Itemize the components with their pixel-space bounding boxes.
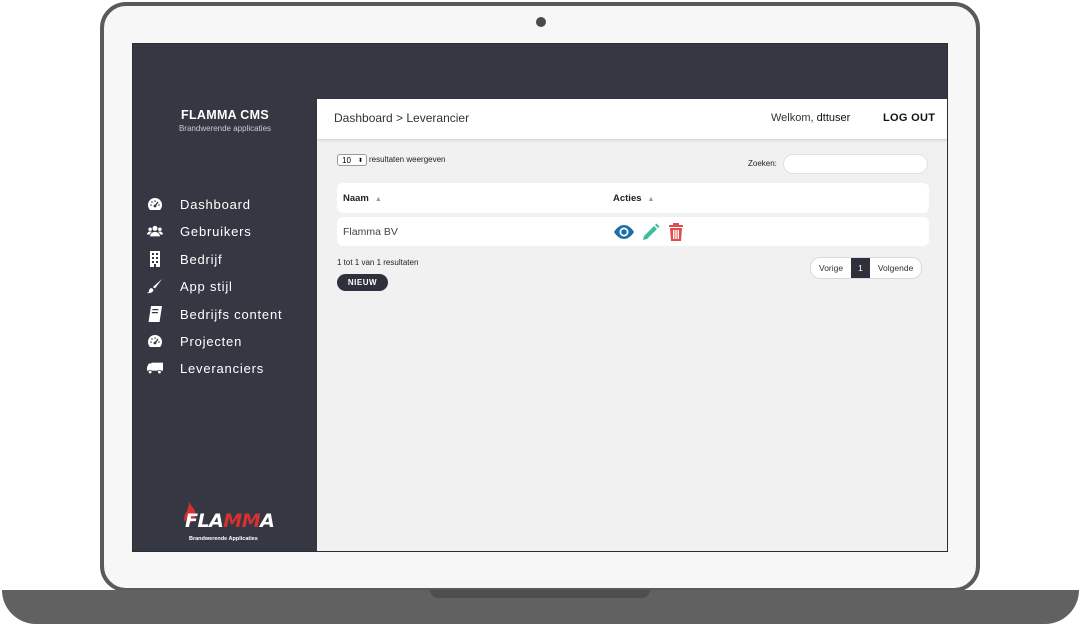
sidebar-item-projecten[interactable]: Projecten bbox=[133, 327, 317, 354]
screen: FLAMMA CMS Brandwerende applicaties Dash… bbox=[132, 43, 948, 552]
logo-text: A bbox=[260, 510, 275, 532]
book-icon bbox=[147, 305, 163, 322]
pencil-icon[interactable] bbox=[641, 222, 661, 242]
search-input[interactable] bbox=[783, 154, 928, 174]
eye-icon[interactable] bbox=[613, 222, 634, 242]
cell-naam: Flamma BV bbox=[343, 226, 398, 238]
sidebar-item-leveranciers[interactable]: Leveranciers bbox=[133, 354, 317, 381]
welcome-text: Welkom, dttuser bbox=[771, 112, 850, 124]
camera-dot bbox=[536, 17, 546, 27]
laptop-notch bbox=[430, 590, 650, 598]
truck-icon bbox=[147, 360, 163, 376]
next-page-button[interactable]: Volgende bbox=[870, 258, 921, 278]
sidebar-item-gebruikers[interactable]: Gebruikers bbox=[133, 217, 317, 244]
results-info: 1 tot 1 van 1 resultaten bbox=[337, 258, 419, 267]
column-header-naam[interactable]: Naam ▲︎ bbox=[343, 193, 382, 204]
page-length-value: 10 bbox=[342, 156, 351, 165]
column-label: Acties bbox=[613, 193, 642, 204]
sidebar-item-label: App stijl bbox=[180, 279, 233, 295]
sidebar-item-label: Leveranciers bbox=[180, 361, 265, 377]
search-label: Zoeken: bbox=[748, 159, 777, 168]
paintbrush-icon bbox=[147, 278, 163, 294]
page-button-current[interactable]: 1 bbox=[851, 258, 870, 278]
sidebar-item-label: Gebruikers bbox=[180, 224, 252, 240]
logo-tagline: Brandwerende Applicaties bbox=[189, 536, 258, 542]
users-icon bbox=[147, 223, 163, 239]
sort-icon: ▲︎ bbox=[647, 196, 655, 203]
table-header: Naam ▲︎ Acties ▲︎ bbox=[337, 183, 929, 213]
sidebar-item-label: Projecten bbox=[180, 333, 243, 349]
table-row: Flamma BV bbox=[337, 217, 929, 246]
page-length-select[interactable]: 10 ⬍ bbox=[337, 154, 367, 166]
main-content: 10 ⬍ resultaten weergeven Zoeken: Naam ▲︎ … bbox=[317, 139, 947, 551]
column-header-acties[interactable]: Acties ▲︎ bbox=[613, 193, 654, 204]
sort-icon: ▲︎ bbox=[374, 196, 382, 203]
sidebar-item-dashboard[interactable]: Dashboard bbox=[133, 190, 317, 217]
logo-text-red: MM bbox=[223, 510, 261, 532]
page-header: Dashboard > Leverancier Welkom, dttuser … bbox=[317, 99, 947, 139]
select-arrows-icon: ⬍ bbox=[357, 158, 363, 164]
building-icon bbox=[147, 250, 163, 267]
sidebar-item-label: Bedrijf bbox=[180, 251, 223, 267]
column-label: Naam bbox=[343, 193, 369, 204]
page-length-label: resultaten weergeven bbox=[369, 155, 446, 164]
sidebar: FLAMMA CMS Brandwerende applicaties Dash… bbox=[133, 44, 317, 551]
sidebar-item-bedrijf[interactable]: Bedrijf bbox=[133, 245, 317, 272]
username: dttuser bbox=[816, 112, 851, 124]
sidebar-nav: Dashboard Gebruikers Bedrijf App stijl B… bbox=[133, 190, 317, 382]
new-button[interactable]: NIEUW bbox=[337, 274, 388, 291]
sidebar-item-app-stijl[interactable]: App stijl bbox=[133, 272, 317, 299]
logo-text: FLA bbox=[185, 510, 224, 532]
welcome-prefix: Welkom, bbox=[771, 112, 814, 124]
gauge-icon bbox=[147, 333, 163, 349]
sidebar-item-label: Dashboard bbox=[180, 197, 251, 212]
sidebar-item-bedrijfs-content[interactable]: Bedrijfs content bbox=[133, 300, 317, 327]
suppliers-table: Naam ▲︎ Acties ▲︎ Flamma BV bbox=[337, 183, 929, 246]
breadcrumb: Dashboard > Leverancier bbox=[334, 111, 470, 125]
flamma-logo: FLAMMA Brandwerende Applicaties bbox=[179, 500, 275, 546]
logout-link[interactable]: LOG OUT bbox=[883, 112, 935, 124]
brand-subtitle: Brandwerende applicaties bbox=[178, 124, 272, 133]
trash-icon[interactable] bbox=[667, 222, 687, 242]
sidebar-item-label: Bedrijfs content bbox=[180, 306, 283, 322]
prev-page-button[interactable]: Vorige bbox=[811, 258, 851, 278]
pagination: Vorige 1 Volgende bbox=[810, 257, 923, 279]
gauge-icon bbox=[147, 196, 163, 212]
brand-title: FLAMMA CMS bbox=[181, 108, 269, 122]
